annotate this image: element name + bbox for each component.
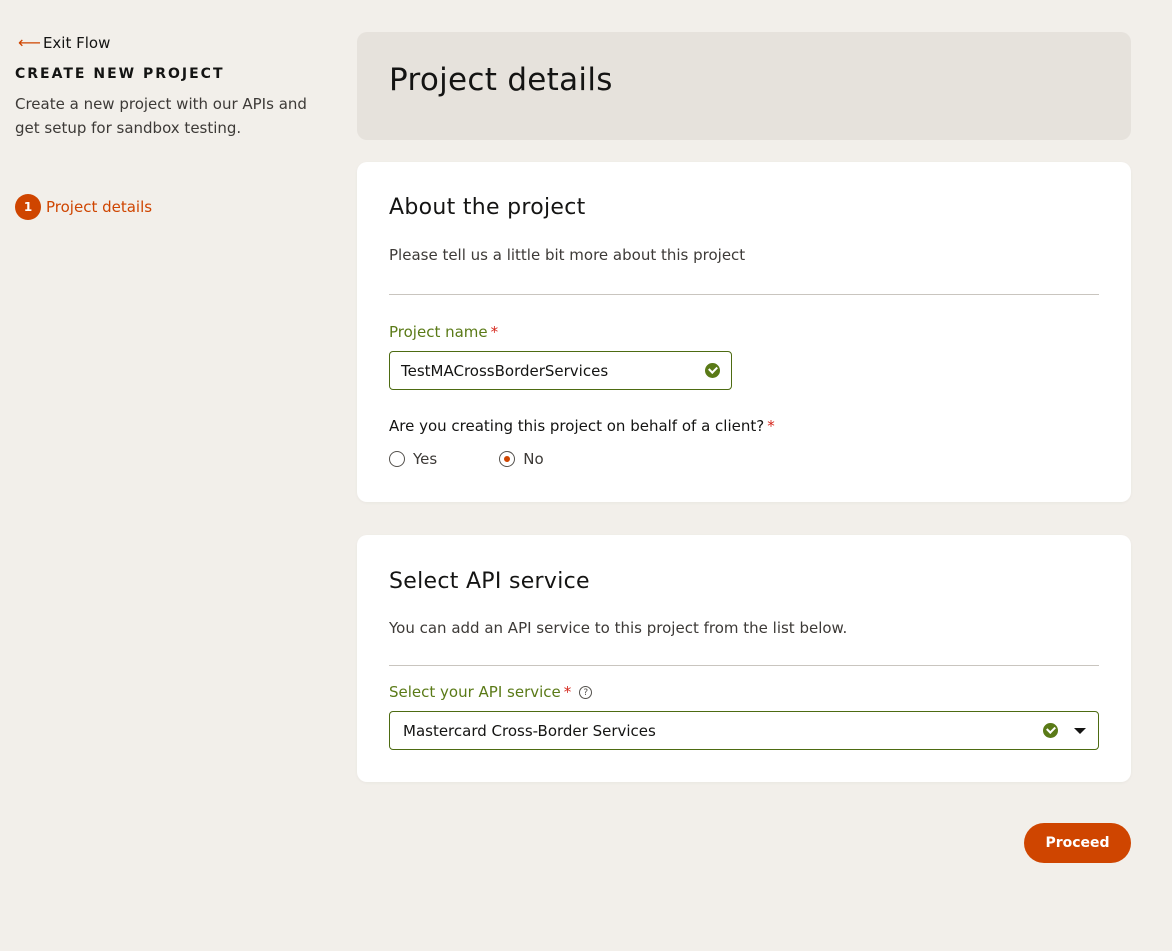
radio-option-no[interactable]: No [499,450,544,468]
required-mark: * [490,323,499,341]
required-mark: * [767,417,775,435]
radio-no[interactable] [499,451,516,467]
page-title: Project details [389,62,613,98]
about-project-card: About the project Please tell us a littl… [357,162,1131,502]
api-service-title: Select API service [389,569,590,594]
api-service-select[interactable]: Mastercard Cross-Border Services [389,711,1099,750]
section-divider [389,294,1099,295]
step-number-badge: 1 [15,194,41,220]
check-circle-icon [705,363,720,378]
project-name-label: Project name * [389,323,498,341]
help-icon[interactable]: ? [579,686,593,699]
flow-title: CREATE NEW PROJECT [15,66,225,82]
flow-sidebar: ⟵ Exit Flow CREATE NEW PROJECT Create a … [15,30,335,220]
api-service-value: Mastercard Cross-Border Services [403,721,656,740]
radio-yes-label: Yes [413,450,438,468]
radio-option-yes[interactable]: Yes [389,450,437,468]
project-name-label-text: Project name [389,323,488,341]
exit-flow-label: Exit Flow [42,34,111,52]
api-service-card: Select API service You can add an API se… [357,535,1131,782]
api-service-label-text: Select your API service [389,683,561,701]
flow-description: Create a new project with our APIs and g… [15,95,307,137]
chevron-down-icon[interactable] [1074,727,1086,734]
about-project-title: About the project [389,195,586,220]
step-project-details[interactable]: 1 Project details [15,194,152,220]
project-name-input[interactable]: TestMACrossBorderServices [389,351,732,390]
section-divider [389,665,1099,666]
proceed-button[interactable]: Proceed [1024,823,1131,863]
step-label: Project details [46,198,153,216]
check-circle-icon [1043,723,1058,738]
api-service-description: You can add an API service to this proje… [389,619,848,637]
client-question: Are you creating this project on behalf … [389,417,775,435]
required-mark: * [563,683,572,701]
page-header: Project details [357,32,1131,140]
radio-no-label: No [523,450,544,468]
api-service-label: Select your API service *? [389,683,593,701]
radio-yes[interactable] [389,451,405,467]
client-radio-group: Yes No [389,450,544,468]
about-project-description: Please tell us a little bit more about t… [389,246,746,264]
arrow-left-icon: ⟵ [18,33,41,52]
client-question-text: Are you creating this project on behalf … [389,417,765,435]
project-name-value: TestMACrossBorderServices [401,361,609,380]
exit-flow-link[interactable]: ⟵ Exit Flow [18,30,335,56]
